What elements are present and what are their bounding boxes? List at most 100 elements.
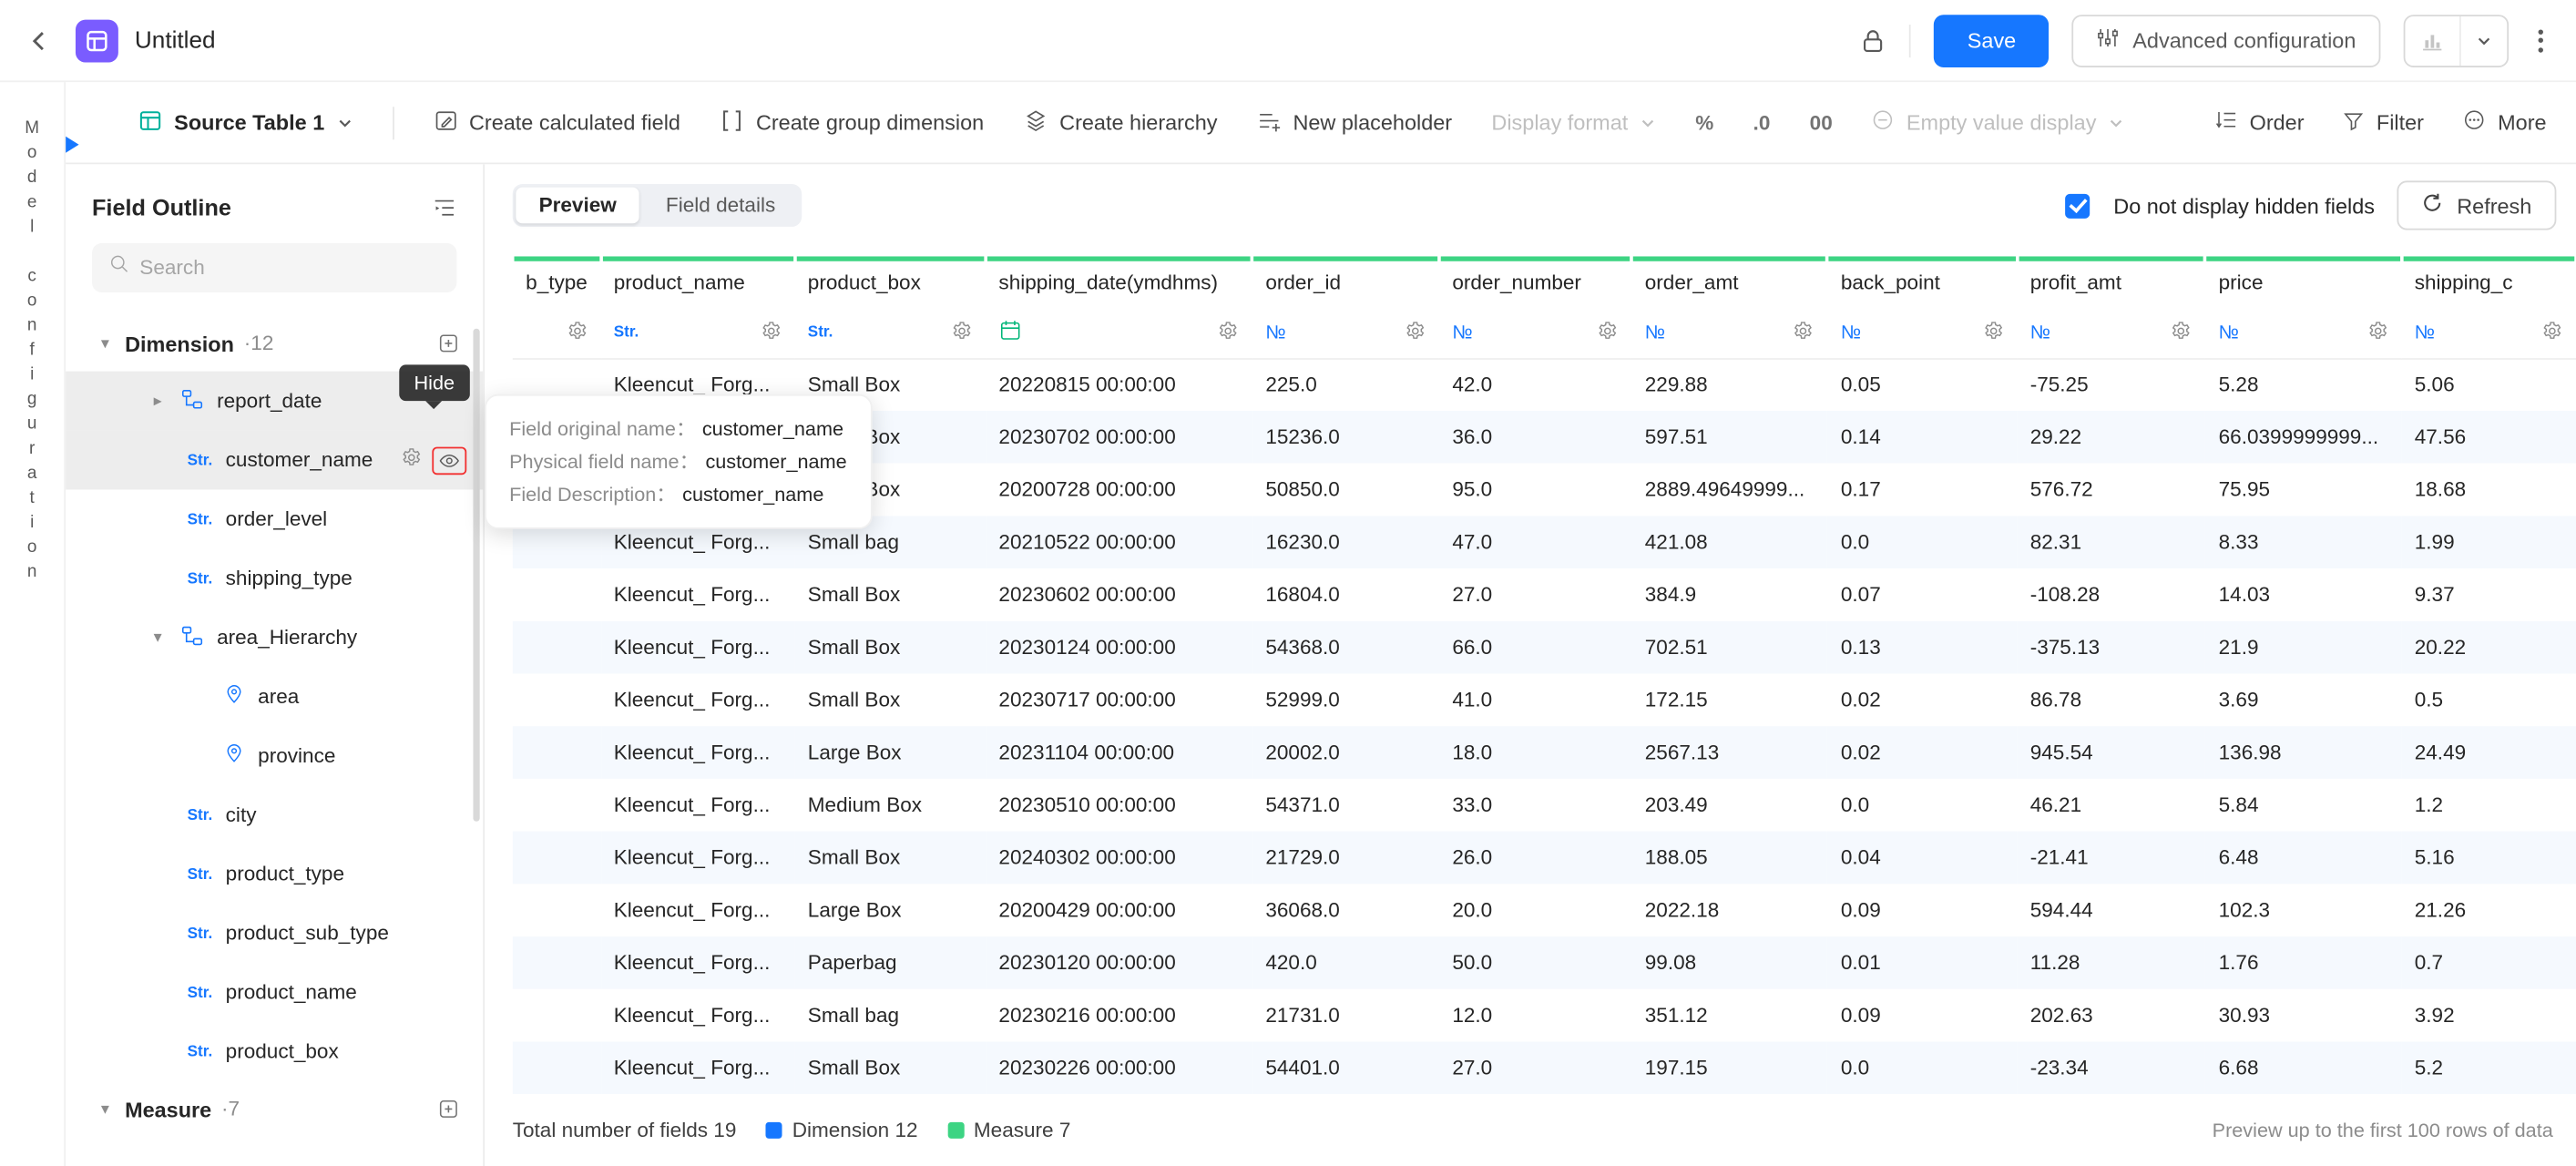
field-label: product_box: [226, 1040, 339, 1063]
field-item-province[interactable]: province: [66, 726, 483, 785]
bar-chart-icon[interactable]: [2405, 15, 2460, 65]
column-header-order_number[interactable]: order_number: [1439, 256, 1631, 309]
percent-format-button[interactable]: %: [1695, 111, 1713, 134]
table-cell: 597.51: [1631, 411, 1827, 464]
order-button[interactable]: Order: [2215, 108, 2305, 137]
date-type-icon: [998, 319, 1021, 347]
create-hierarchy-button[interactable]: Create hierarchy: [1023, 107, 1217, 137]
field-item-product_box[interactable]: Str.product_box: [66, 1022, 483, 1081]
column-settings-gear-icon[interactable]: [2366, 320, 2387, 346]
dimension-field-list: ▸report_dateStr.customer_nameStr.order_l…: [66, 372, 483, 1081]
calculated-field-icon: [433, 107, 457, 137]
hide-field-eye-icon[interactable]: [432, 446, 466, 475]
column-header-shipping_date(ymdhms)[interactable]: shipping_date(ymdhms): [986, 256, 1252, 309]
add-dimension-icon[interactable]: [437, 332, 460, 354]
toolbar: Source Table 1 Create calculated field C…: [66, 82, 2576, 164]
outline-view-icon[interactable]: [432, 195, 456, 220]
field-item-city[interactable]: Str.city: [66, 785, 483, 844]
chevron-down-icon[interactable]: [2461, 15, 2508, 65]
display-format-dropdown[interactable]: Display format: [1491, 110, 1656, 135]
table-cell: 41.0: [1439, 673, 1631, 726]
column-settings-gear-icon[interactable]: [1218, 320, 1239, 346]
empty-value-display-dropdown[interactable]: Empty value display: [1872, 108, 2124, 137]
field-item-product_name[interactable]: Str.product_name: [66, 963, 483, 1022]
new-placeholder-button[interactable]: New placeholder: [1257, 107, 1452, 137]
table-cell: 20230510 00:00:00: [986, 779, 1252, 832]
source-table-selector[interactable]: Source Table 1: [138, 107, 353, 137]
column-header-price[interactable]: price: [2205, 256, 2401, 309]
field-item-order_level[interactable]: Str.order_level: [66, 489, 483, 548]
chevron-down-icon[interactable]: ▾: [96, 334, 116, 353]
refresh-button[interactable]: Refresh: [2397, 180, 2556, 230]
search-input[interactable]: [139, 256, 440, 279]
field-settings-gear-icon[interactable]: [401, 447, 422, 474]
column-settings-gear-icon[interactable]: [1794, 320, 1814, 346]
number-type-icon: №: [2219, 323, 2239, 343]
back-icon[interactable]: [26, 27, 53, 54]
panel-title: Field Outline: [92, 194, 231, 220]
column-settings-gear-icon[interactable]: [566, 320, 587, 346]
data-preview-table-wrap: b_typeproduct_nameproduct_boxshipping_da…: [513, 256, 2576, 1094]
column-header-profit_amt[interactable]: profit_amt: [2017, 256, 2205, 309]
column-settings-gear-icon[interactable]: [760, 320, 781, 346]
field-item-product_sub_type[interactable]: Str.product_sub_type: [66, 904, 483, 963]
table-cell: 99.08: [1631, 936, 1827, 989]
add-measure-icon[interactable]: [437, 1098, 460, 1120]
column-settings-gear-icon[interactable]: [951, 320, 972, 346]
advanced-configuration-button[interactable]: Advanced configuration: [2072, 14, 2381, 66]
string-type-icon: Str.: [808, 324, 833, 343]
table-cell: 95.0: [1439, 464, 1631, 517]
chevron-right-icon[interactable]: ▸: [148, 392, 168, 410]
tab-preview[interactable]: Preview: [516, 188, 639, 224]
field-item-area[interactable]: area: [66, 667, 483, 726]
field-label: product_sub_type: [226, 922, 389, 945]
column-header-b_type[interactable]: b_type: [513, 256, 601, 309]
column-header-back_point[interactable]: back_point: [1827, 256, 2017, 309]
more-menu-icon[interactable]: [2531, 22, 2550, 58]
field-item-customer_name[interactable]: Str.customer_name: [66, 431, 483, 490]
table-cell: 14.03: [2205, 568, 2401, 621]
save-button[interactable]: Save: [1935, 14, 2050, 66]
table-cell: 20220815 00:00:00: [986, 358, 1252, 411]
table-cell: Small Box: [794, 832, 986, 885]
table-cell: 20230216 00:00:00: [986, 989, 1252, 1042]
hidden-fields-checkbox[interactable]: [2066, 193, 2090, 218]
field-label: shipping_type: [226, 567, 353, 589]
column-settings-gear-icon[interactable]: [1597, 320, 1618, 346]
dimension-section-header[interactable]: ▾ Dimension ·12: [66, 315, 483, 371]
tab-field-details[interactable]: Field details: [643, 188, 799, 224]
chevron-down-icon[interactable]: ▾: [148, 629, 168, 647]
lock-icon[interactable]: [1861, 27, 1887, 54]
table-cell: 29.22: [2017, 411, 2205, 464]
create-group-dimension-button[interactable]: Create group dimension: [720, 107, 984, 137]
more-button[interactable]: More: [2463, 108, 2546, 137]
field-search[interactable]: [92, 243, 456, 292]
number-type-icon: №: [2030, 323, 2050, 343]
column-settings-gear-icon[interactable]: [2171, 320, 2192, 346]
column-header-product_name[interactable]: product_name: [600, 256, 794, 309]
create-calculated-field-button[interactable]: Create calculated field: [433, 107, 680, 137]
field-item-area_Hierarchy[interactable]: ▾area_Hierarchy: [66, 608, 483, 667]
field-item-shipping_type[interactable]: Str.shipping_type: [66, 548, 483, 608]
string-type-icon: Str.: [188, 451, 213, 469]
column-header-product_box[interactable]: product_box: [794, 256, 986, 309]
table-cell: 384.9: [1631, 568, 1827, 621]
table-cell: 20.22: [2401, 621, 2576, 674]
column-header-order_id[interactable]: order_id: [1252, 256, 1439, 309]
column-settings-gear-icon[interactable]: [1405, 320, 1426, 346]
increase-decimal-button[interactable]: 00: [1810, 111, 1833, 134]
measure-section-header[interactable]: ▾ Measure ·7: [66, 1081, 483, 1137]
column-header-shipping_c[interactable]: shipping_c: [2401, 256, 2576, 309]
column-settings-gear-icon[interactable]: [2541, 320, 2562, 346]
filter-button[interactable]: Filter: [2344, 109, 2424, 136]
field-label: product_name: [226, 981, 357, 1004]
table-cell: 21731.0: [1252, 989, 1439, 1042]
panel-expand-toggle-icon[interactable]: [66, 137, 78, 153]
chevron-down-icon[interactable]: ▾: [96, 1100, 116, 1119]
column-settings-gear-icon[interactable]: [1982, 320, 2003, 346]
field-item-product_type[interactable]: Str.product_type: [66, 844, 483, 904]
decrease-decimal-button[interactable]: .0: [1753, 111, 1771, 134]
panel-scrollbar[interactable]: [473, 329, 479, 822]
column-header-order_amt[interactable]: order_amt: [1631, 256, 1827, 309]
table-cell: 594.44: [2017, 884, 2205, 936]
